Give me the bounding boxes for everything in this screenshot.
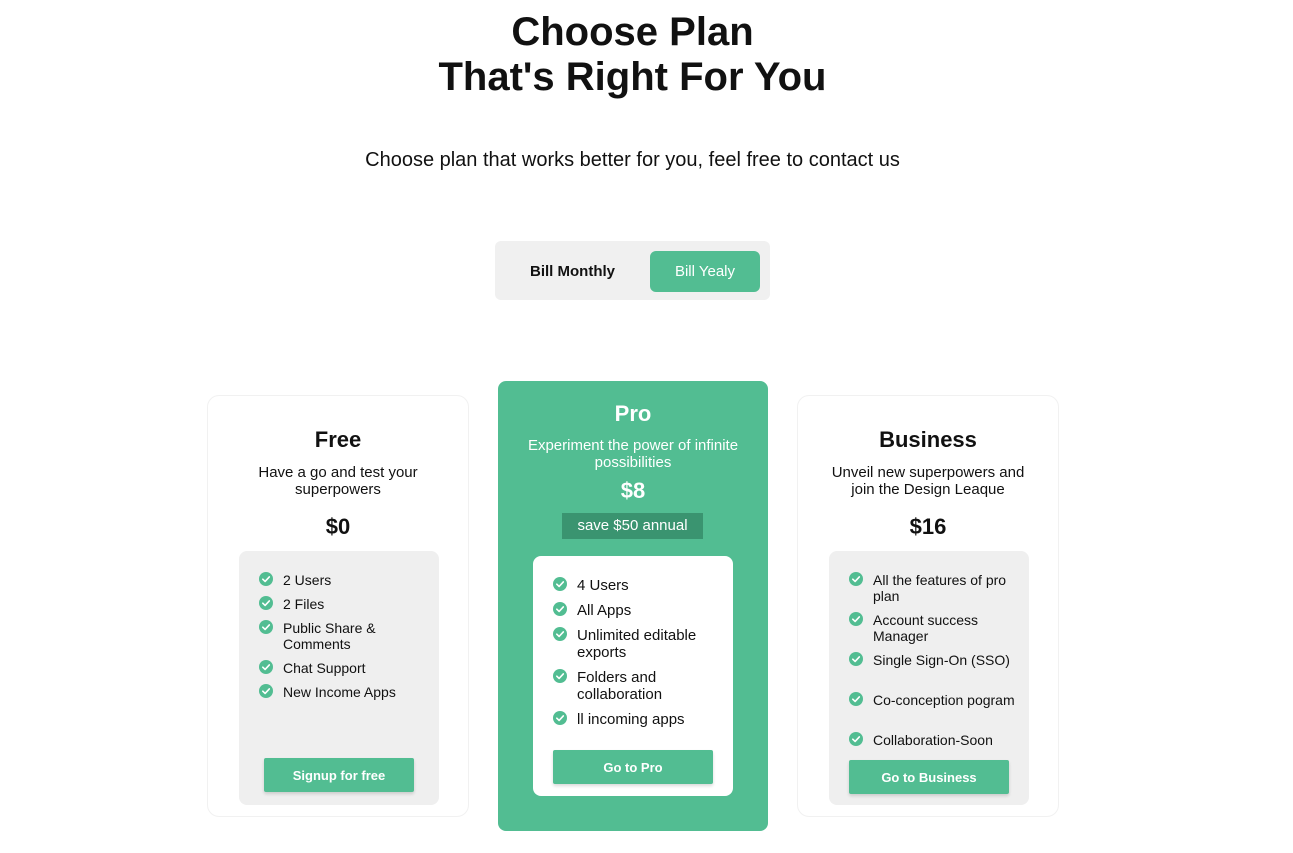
feature-item: Account success Manager [849,612,1015,644]
feature-label: 2 Files [283,596,325,612]
page-subtitle: Choose plan that works better for you, f… [365,149,900,171]
feature-list-panel: 4 Users All Apps Unlimited editable expo… [533,556,733,796]
feature-label: 4 Users [577,577,629,594]
feature-item: 2 Files [259,596,425,612]
bill-yearly-option[interactable]: Bill Yealy [650,251,760,292]
check-circle-icon [259,684,273,698]
plan-name: Free [314,427,362,452]
feature-item: 2 Users [259,572,425,588]
plan-card-business: Business Unveil new superpowers and join… [797,395,1059,817]
plan-price: $8 [620,478,646,503]
feature-item: Public Share & Comments [259,620,425,652]
check-circle-icon [259,596,273,610]
feature-label: All Apps [577,602,632,619]
bill-monthly-option[interactable]: Bill Monthly [505,251,640,292]
feature-label: Chat Support [283,660,366,676]
savings-badge: save $50 annual [562,513,703,539]
plan-description: Experiment the power of infinite possibi… [527,437,739,471]
feature-item: Co-conception pogram [849,692,1015,708]
check-circle-icon [553,711,567,725]
feature-label: Co-conception pogram [873,692,1015,708]
feature-label: Unlimited editable exports [577,627,697,661]
plan-description: Unveil new superpowers and join the Desi… [831,464,1025,498]
go-to-pro-button[interactable]: Go to Pro [553,750,713,784]
plan-name: Business [879,427,977,452]
check-circle-icon [849,652,863,666]
check-circle-icon [259,660,273,674]
check-circle-icon [849,692,863,706]
check-circle-icon [553,577,567,591]
feature-item: 4 Users [553,577,719,594]
feature-label: Folders and collaboration [577,669,663,703]
feature-item: All Apps [553,602,719,619]
feature-item: Single Sign-On (SSO) [849,652,1015,668]
feature-label: Public Share & Comments [283,620,376,652]
plan-price: $0 [325,514,351,539]
feature-item: Chat Support [259,660,425,676]
feature-item: Unlimited editable exports [553,627,719,661]
feature-list-panel: All the features of pro plan Account suc… [829,551,1029,805]
page-title: Choose Plan That's Right For You [0,10,1265,100]
signup-free-button[interactable]: Signup for free [264,758,414,792]
feature-label: All the features of pro plan [873,572,1007,604]
check-circle-icon [553,627,567,641]
feature-list-panel: 2 Users 2 Files Public Share & Comments … [239,551,439,805]
check-circle-icon [259,620,273,634]
feature-item: Collaboration-Soon [849,732,1015,748]
check-circle-icon [849,612,863,626]
feature-item: Folders and collaboration [553,669,719,703]
plan-card-free: Free Have a go and test your superpowers… [207,395,469,817]
check-circle-icon [259,572,273,586]
plan-description: Have a go and test your superpowers [258,464,418,498]
feature-label: Single Sign-On (SSO) [873,652,1010,668]
check-circle-icon [849,572,863,586]
billing-toggle: Bill Monthly Bill Yealy [495,241,770,300]
feature-label: New Income Apps [283,684,396,700]
check-circle-icon [553,602,567,616]
feature-item: All the features of pro plan [849,572,1015,604]
feature-label: 2 Users [283,572,332,588]
check-circle-icon [849,732,863,746]
go-to-business-button[interactable]: Go to Business [849,760,1009,794]
page-title-line-1: Choose Plan [511,10,754,54]
plan-card-pro: Pro Experiment the power of infinite pos… [498,381,768,831]
feature-label: Collaboration-Soon [873,732,993,748]
feature-item: ll incoming apps [553,711,719,728]
plan-price: $16 [909,514,947,539]
feature-label: Account success Manager [873,612,979,644]
feature-label: ll incoming apps [577,711,685,728]
check-circle-icon [553,669,567,683]
page-title-line-2: That's Right For You [438,55,827,99]
plan-name: Pro [614,401,652,426]
feature-item: New Income Apps [259,684,425,700]
